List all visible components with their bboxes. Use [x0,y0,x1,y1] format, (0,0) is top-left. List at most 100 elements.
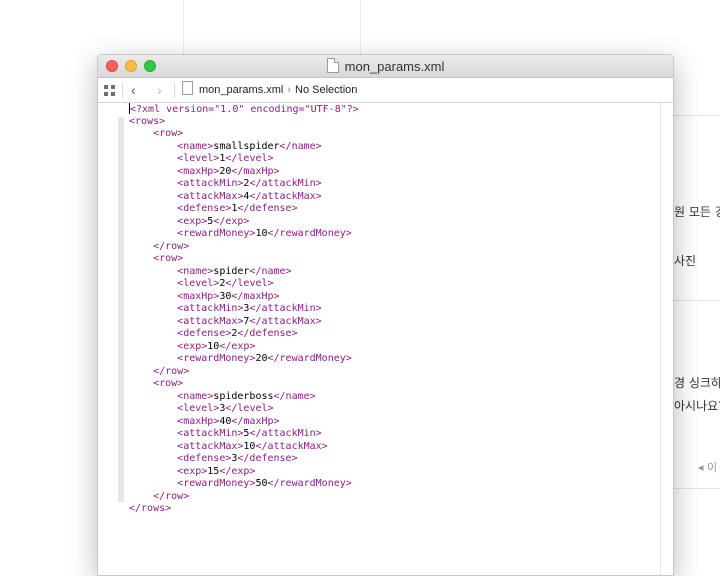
forward-chevron-icon[interactable]: › [157,78,162,102]
xml-open-tag: <maxHp> [177,290,220,302]
window-title: mon_params.xml [344,59,445,74]
xml-tag: <row> [153,378,184,389]
vertical-scrollbar[interactable] [660,103,661,575]
breadcrumb-file[interactable]: mon_params.xml [199,84,283,96]
code-line[interactable]: <attackMax>10</attackMax> [129,441,359,454]
xml-open-tag: <exp> [177,340,208,352]
xml-tag: </row> [153,240,190,252]
xml-tag: <row> [153,128,184,139]
code-line[interactable]: <rewardMoney>50</rewardMoney> [129,478,359,491]
code-line[interactable]: </row> [129,241,359,254]
xml-close-tag: </name> [279,140,322,152]
code-line[interactable]: <attackMax>7</attackMax> [129,316,359,329]
code-line[interactable]: <attackMax>4</attackMax> [129,191,359,204]
code-line[interactable]: <level>1</level> [129,153,359,166]
related-items-grid-icon[interactable] [104,85,115,96]
xml-close-tag: </rewardMoney> [267,353,352,364]
code-text[interactable]: <?xml version="1.0" encoding="UTF-8"?> <r… [129,103,359,516]
xml-open-tag: <rewardMoney> [177,353,256,364]
xml-close-tag: </maxHp> [231,415,280,427]
xml-value: 10 [207,340,220,352]
xml-close-tag: </level> [225,153,274,164]
xml-close-tag: </name> [249,265,292,277]
bg-divider [672,300,720,301]
xml-open-tag: <level> [177,403,220,414]
xml-open-tag: <rewardMoney> [177,478,256,489]
document-icon [326,58,339,73]
xml-close-tag: </attackMin> [249,428,322,439]
bg-back-link[interactable]: ◂ 이 [698,459,717,475]
code-line[interactable]: <exp>15</exp> [129,466,359,479]
xml-value: 15 [207,465,220,477]
bg-text: 사진 [674,254,697,268]
code-line[interactable]: <level>2</level> [129,278,359,291]
code-line[interactable]: <maxHp>20</maxHp> [129,166,359,179]
xml-open-tag: <attackMin> [177,178,244,189]
xml-close-tag: </exp> [213,215,250,227]
xml-tag: <rows> [129,115,166,127]
code-line[interactable]: <attackMin>3</attackMin> [129,303,359,316]
xml-tag: </row> [153,365,190,377]
code-line[interactable]: <rows> [129,116,359,129]
xml-open-tag: <maxHp> [177,165,220,177]
xml-open-tag: <rewardMoney> [177,228,256,239]
xml-close-tag: </defense> [237,453,298,464]
xml-close-tag: </attackMax> [249,315,322,327]
code-line[interactable]: </row> [129,491,359,504]
code-line[interactable]: <?xml version="1.0" encoding="UTF-8"?> [129,103,359,116]
title-bar[interactable]: mon_params.xml [98,55,673,78]
xml-open-tag: <defense> [177,203,232,214]
xml-close-tag: </maxHp> [231,290,280,302]
xml-value: spider [213,265,250,277]
xml-open-tag: <level> [177,153,220,164]
xml-value: 20 [255,353,268,364]
code-line[interactable]: <attackMin>2</attackMin> [129,178,359,191]
xml-open-tag: <exp> [177,465,208,477]
xml-open-tag: <name> [177,140,214,152]
code-line[interactable]: <defense>3</defense> [129,453,359,466]
code-line[interactable]: <row> [129,378,359,391]
code-line[interactable]: <name>smallspider</name> [129,141,359,154]
xml-close-tag: </rewardMoney> [267,228,352,239]
code-editor[interactable]: <?xml version="1.0" encoding="UTF-8"?> <r… [98,103,673,575]
xml-open-tag: <exp> [177,215,208,227]
xml-close-tag: </attackMin> [249,303,322,314]
xml-tag: <?xml version="1.0" encoding="UTF-8"?> [130,104,359,115]
code-line[interactable]: <name>spiderboss</name> [129,391,359,404]
xml-close-tag: </attackMax> [255,440,328,452]
code-line[interactable]: <exp>10</exp> [129,341,359,354]
xml-tag: </row> [153,490,190,502]
code-line[interactable]: <row> [129,253,359,266]
xml-close-tag: </exp> [219,465,256,477]
bg-text: 아시나요? ( [674,399,720,413]
back-chevron-icon[interactable]: ‹ [131,78,136,102]
xml-tag: </rows> [129,503,172,514]
code-line[interactable]: <level>3</level> [129,403,359,416]
code-line[interactable]: <name>spider</name> [129,266,359,279]
breadcrumb-selection[interactable]: No Selection [295,84,357,96]
code-line[interactable]: <defense>1</defense> [129,203,359,216]
xml-open-tag: <attackMin> [177,303,244,314]
code-line[interactable]: </row> [129,366,359,379]
line-gutter [98,103,116,575]
code-line[interactable]: <defense>2</defense> [129,328,359,341]
bg-text: 경 싱크하기 [674,376,720,390]
xml-close-tag: </exp> [219,340,256,352]
jumpbar-separator [122,82,123,98]
xml-close-tag: </defense> [237,203,298,214]
xml-value: 20 [219,165,232,177]
jump-bar: ‹ › mon_params.xml › No Selection [98,78,673,103]
xml-value: 10 [243,440,256,452]
code-line[interactable]: </rows> [129,503,359,516]
code-line[interactable]: <maxHp>40</maxHp> [129,416,359,429]
xml-open-tag: <attackMax> [177,190,244,202]
code-line[interactable]: <exp>5</exp> [129,216,359,229]
code-line[interactable]: <row> [129,128,359,141]
code-line[interactable]: <rewardMoney>10</rewardMoney> [129,228,359,241]
code-fold-ribbon[interactable] [118,117,124,502]
code-line[interactable]: <attackMin>5</attackMin> [129,428,359,441]
xml-value: smallspider [213,140,280,152]
bg-divider [672,115,720,116]
code-line[interactable]: <maxHp>30</maxHp> [129,291,359,304]
code-line[interactable]: <rewardMoney>20</rewardMoney> [129,353,359,366]
